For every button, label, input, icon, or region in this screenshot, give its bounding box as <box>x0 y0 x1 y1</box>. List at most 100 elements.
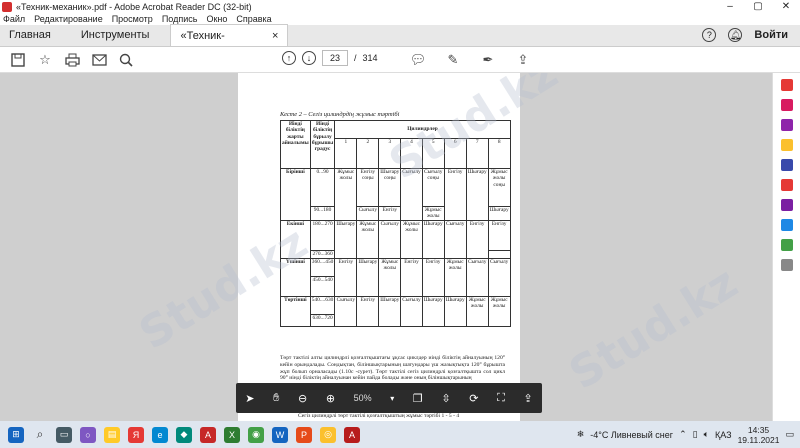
angle-cell: 450...540 <box>309 275 336 297</box>
yandex-browser-icon[interactable]: Я <box>128 426 144 443</box>
fill-sign-icon[interactable] <box>780 199 793 211</box>
close-window-button[interactable]: ✕ <box>772 1 800 13</box>
search-icon[interactable]: ⌕ <box>32 427 48 443</box>
previous-page-icon[interactable]: ↑ <box>282 51 296 65</box>
login-button[interactable]: Войти <box>754 29 788 41</box>
pdf-reader-icon[interactable]: A <box>344 426 360 443</box>
chrome-alt-icon[interactable]: ◎ <box>320 426 336 443</box>
clock-time: 14:35 <box>747 424 770 435</box>
fit-page-icon[interactable]: ⇳ <box>441 392 450 405</box>
cyl-num: 7 <box>465 138 489 169</box>
pdf-page: Кесте 2 – Сегіз цилиндрдің жұмыс тәртібі… <box>238 73 520 421</box>
cell: Енгізу <box>378 206 402 221</box>
cell: Жұмыс жолы <box>465 295 489 327</box>
combine-files-icon[interactable] <box>780 159 793 171</box>
angle-cell: 270...360 <box>309 249 336 259</box>
rotate-page-icon[interactable]: ⟳ <box>469 392 478 405</box>
cell: Енгізу <box>334 257 358 297</box>
share-icon[interactable]: ⇪ <box>514 51 532 69</box>
next-page-icon[interactable]: ↓ <box>302 51 316 65</box>
cell: Сығылу <box>356 206 380 221</box>
store-icon[interactable]: ◆ <box>176 426 192 443</box>
chrome-icon[interactable]: ◉ <box>248 426 264 443</box>
sign-icon[interactable]: ✒ <box>479 51 497 69</box>
export-pdf-icon[interactable] <box>780 79 793 91</box>
tab-home[interactable]: Главная <box>0 24 60 46</box>
bookmark-star-icon[interactable]: ☆ <box>36 51 54 69</box>
header-cylinders: Цилиндрлер <box>334 120 511 139</box>
cell: Енгізу <box>465 219 489 259</box>
page-number-input[interactable]: 23 <box>322 50 348 66</box>
select-cursor-icon[interactable]: ➤ <box>245 392 254 405</box>
send-for-signature-icon[interactable] <box>780 219 793 231</box>
header-half-turn: Иінді біліктің жарты айналымы <box>280 120 311 169</box>
tab-close-icon[interactable]: × <box>272 25 278 46</box>
hand-tool-icon[interactable]: ✋︎ <box>273 392 279 405</box>
table-row: Төртінші 540....630 Сығылу Енгізу Шығару… <box>280 295 511 327</box>
weather-text[interactable]: -4°C Ливневый снег <box>590 430 673 440</box>
zoom-level[interactable]: 50% <box>354 393 372 403</box>
task-view-icon[interactable]: ▭ <box>56 426 72 443</box>
excel-icon[interactable]: X <box>224 426 240 443</box>
cyl-num: 8 <box>487 138 511 169</box>
cell: Жұмыс жолы <box>334 168 358 221</box>
highlight-pen-icon[interactable]: ✎ <box>444 51 462 69</box>
engine-order-table: Иінді біліктің жарты айналымы Иінді білі… <box>280 120 511 327</box>
cell: Жұмыс жолы <box>356 219 380 259</box>
tab-document[interactable]: «Техник-механик»... × <box>170 24 289 64</box>
window-title: «Техник-механик».pdf - Adobe Acrobat Rea… <box>16 1 252 12</box>
more-tools-icon[interactable] <box>780 239 793 251</box>
edge-browser-icon[interactable]: e <box>152 426 168 443</box>
minimize-button[interactable]: – <box>716 1 744 13</box>
windows-start-icon[interactable]: ⊞ <box>8 426 24 443</box>
tray-arrow-icon[interactable]: ⌃ <box>679 429 687 440</box>
edit-pdf-icon[interactable] <box>780 119 793 131</box>
zoom-dropdown-icon[interactable]: ▾ <box>390 394 394 403</box>
tab-bar: Главная Инструменты «Техник-механик»... … <box>0 24 800 64</box>
zoom-out-icon[interactable]: ⊖ <box>298 392 307 405</box>
create-pdf-icon[interactable] <box>780 99 793 111</box>
powerpoint-icon[interactable]: P <box>296 426 312 443</box>
angle-cell: 540....630 <box>309 295 336 315</box>
network-icon[interactable]: ▯ <box>693 429 698 440</box>
word-icon[interactable]: W <box>272 426 288 443</box>
cell: Сығылу <box>465 257 489 297</box>
fullscreen-icon[interactable]: ⛶ <box>497 392 505 405</box>
cell: Жұмыс жолы <box>400 219 423 259</box>
clock[interactable]: 14:35 19.11.2021 <box>738 425 780 445</box>
system-tray: ❄ -4°C Ливневый снег ⌃ ▯ 🔈︎ ҚАЗ 14:35 19… <box>577 425 800 445</box>
document-viewer[interactable]: Кесте 2 – Сегіз цилиндрдің жұмыс тәртібі… <box>0 73 772 421</box>
cell: Шығару <box>356 257 380 297</box>
comment-tool-icon[interactable] <box>780 139 793 151</box>
find-text-icon[interactable] <box>117 51 135 69</box>
print-icon[interactable] <box>63 51 81 69</box>
help-icon[interactable]: ? <box>702 28 717 42</box>
language-indicator[interactable]: ҚАЗ <box>715 430 732 440</box>
acrobat-task-icon[interactable]: A <box>200 426 216 443</box>
maximize-button[interactable]: ▢ <box>744 1 772 13</box>
assistant-icon[interactable]: ○ <box>80 426 96 443</box>
email-icon[interactable] <box>90 51 108 69</box>
zoom-in-icon[interactable]: ⊕ <box>326 392 335 405</box>
file-explorer-icon[interactable]: ▤ <box>104 426 120 443</box>
notifications-icon[interactable]: 🔔︎ <box>728 28 743 42</box>
tab-tools[interactable]: Инструменты <box>72 24 159 46</box>
cell: Жұмыс жолы соңы <box>487 168 511 207</box>
table-row: Иінді біліктің жарты айналымы Иінді білі… <box>280 120 511 169</box>
cell: Енгізу <box>400 257 423 297</box>
page-separator: / <box>354 53 357 63</box>
protect-icon[interactable] <box>780 259 793 271</box>
angle-cell: 90...180 <box>309 206 336 221</box>
notifications-center-icon[interactable]: ▭ <box>785 429 794 440</box>
volume-icon[interactable]: 🔈︎ <box>704 429 709 440</box>
comment-icon[interactable]: 💬︎ <box>409 51 427 69</box>
windows-taskbar: ⊞ ⌕ ▭ ○ ▤ Я e ◆ A X ◉ W P ◎ A ❄ -4°C Лив… <box>0 421 800 448</box>
cell: Жұмыс жолы <box>421 206 445 221</box>
page-copy-icon[interactable]: ❐ <box>413 392 423 405</box>
save-icon[interactable] <box>9 51 27 69</box>
page-total: 314 <box>362 53 378 63</box>
cell: Шығару <box>334 219 358 259</box>
half-turn-cell: Үшінші <box>280 257 311 297</box>
upload-share-icon[interactable]: ⇪ <box>523 392 532 405</box>
organize-pages-icon[interactable] <box>780 179 793 191</box>
